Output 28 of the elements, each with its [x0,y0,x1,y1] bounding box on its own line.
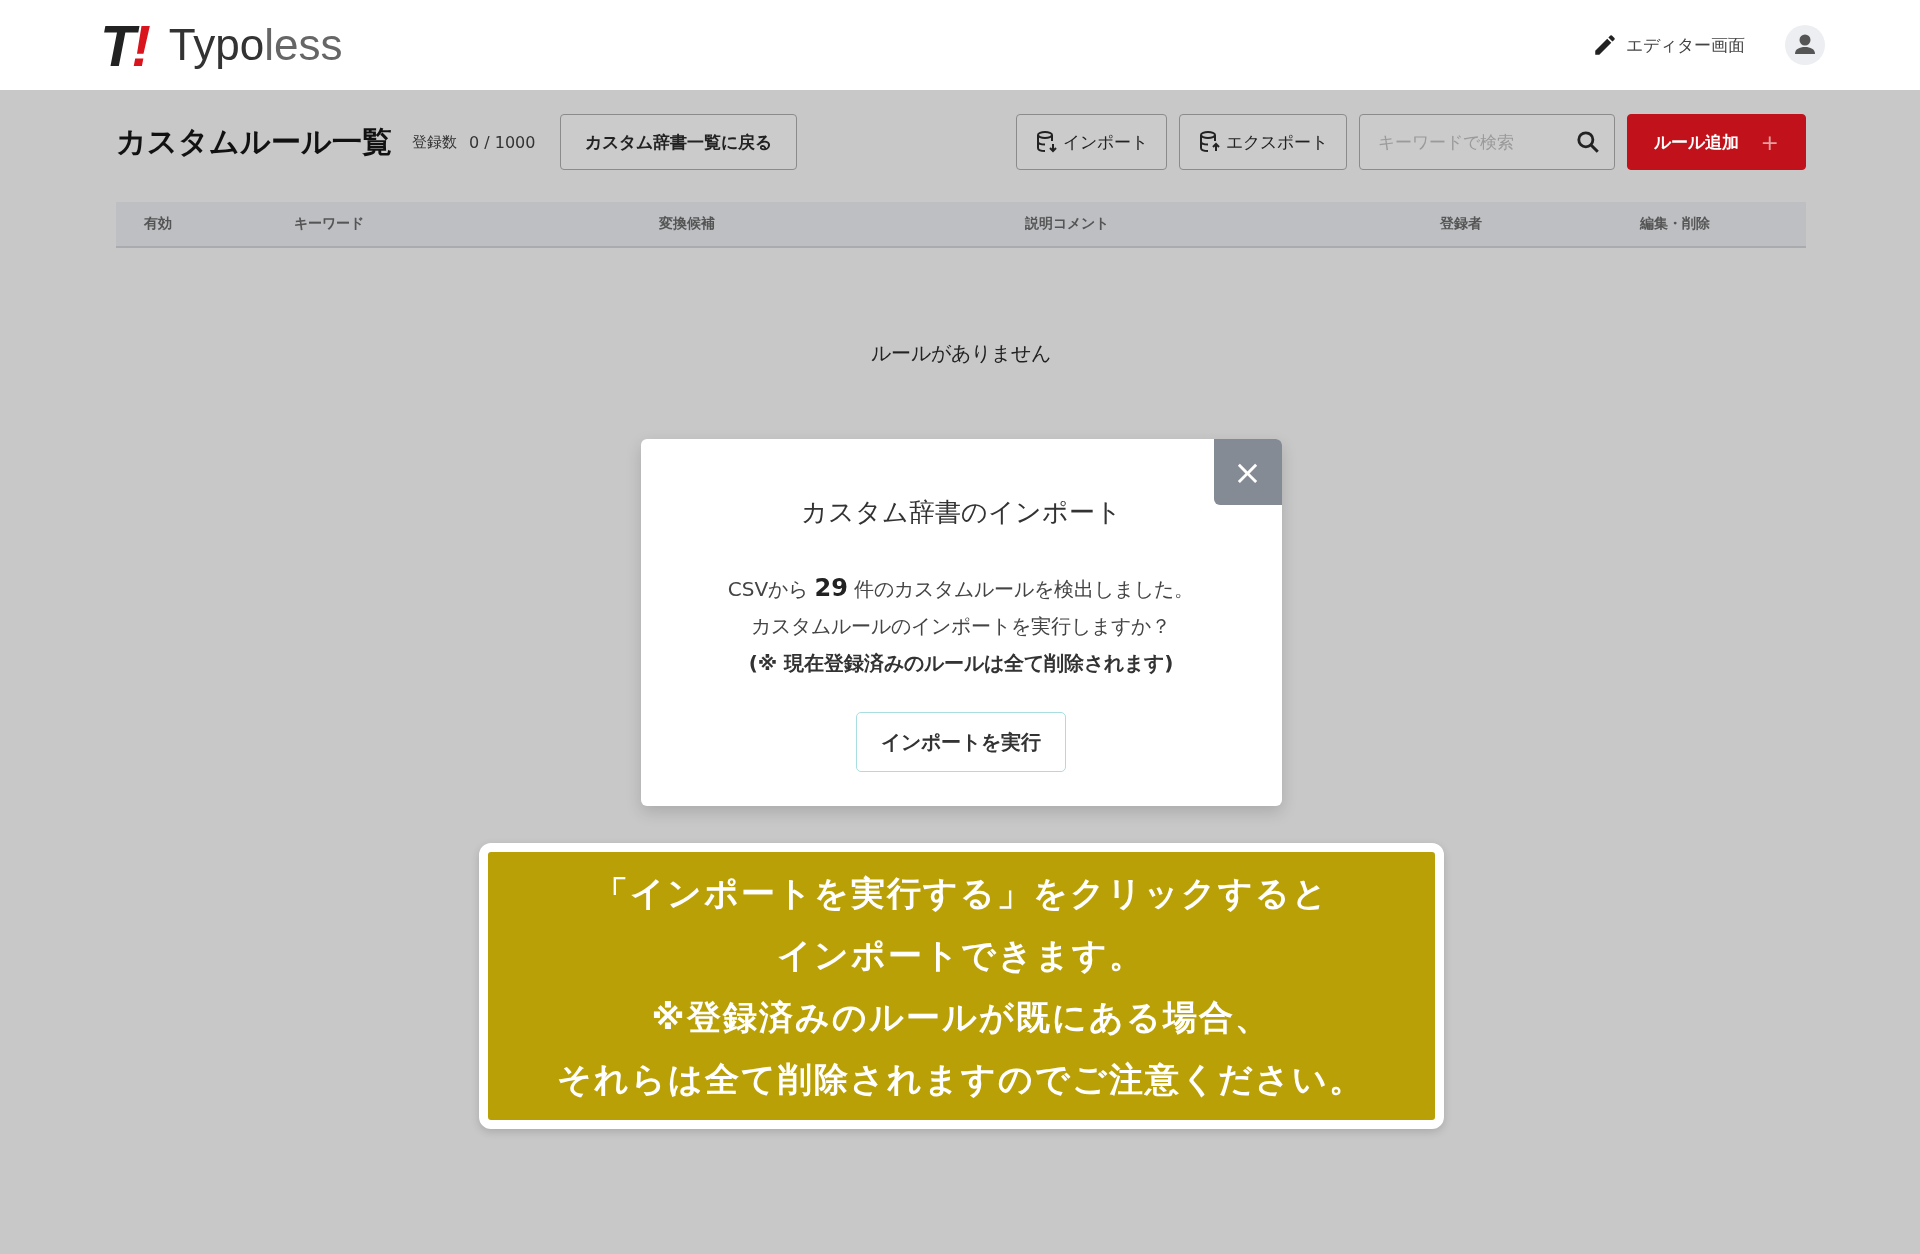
page-title: カスタムルール一覧 [116,122,392,161]
dialog-warning: (※ 現在登録済みのルールは全て削除されます) [747,650,1175,677]
dialog-message: CSVから 29 件のカスタムルールを検出しました。 [726,573,1196,604]
column-header: 変換候補 [659,215,717,233]
run-import-button[interactable]: インポートを実行 [856,712,1066,772]
rule-count: 0 / 1000 [469,132,536,152]
column-header: 有効 [144,215,173,233]
callout-text: 「インポートを実行する」をクリックすると インポートできます。 ※登録済みのルールが既にある場合、 それらは全て削除されますのでご注意ください。 [556,872,1366,1101]
add-rule-button[interactable]: ルール追加 + [1626,114,1806,170]
user-avatar-icon[interactable] [1785,25,1825,65]
column-header: 編集・削除 [1639,215,1711,233]
empty-message: ルールがありません [870,340,1052,367]
database-icon [1034,130,1059,154]
search-icon [1574,129,1601,155]
column-header: 登録者 [1440,215,1484,233]
pencil-icon [1592,32,1618,58]
column-header: 説明コメント [1024,215,1110,233]
export-button[interactable]: エクスポート [1178,114,1347,170]
import-button[interactable]: インポート [1015,114,1167,170]
editor-link[interactable]: エディター画面 [1592,32,1745,58]
dialog-message: カスタムルールのインポートを実行しますか？ [750,613,1172,640]
back-button[interactable]: カスタム辞書一覧に戻る [560,114,798,170]
column-header: キーワード [293,215,365,233]
logo-text: Typoless [168,20,343,70]
logo-mark: T! [100,11,147,79]
dialog-title: カスタム辞書のインポート [799,496,1123,529]
count-label: 登録数 [412,132,457,152]
database-icon [1197,130,1222,154]
